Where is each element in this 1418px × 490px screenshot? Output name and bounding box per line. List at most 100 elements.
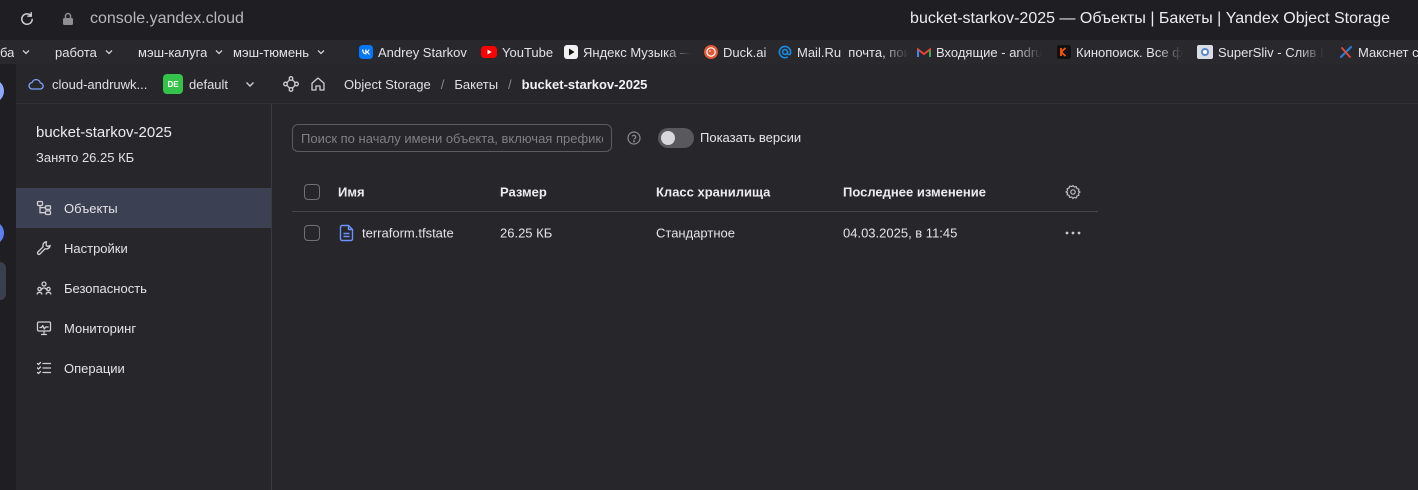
home-icon xyxy=(310,76,326,92)
reload-icon[interactable] xyxy=(19,11,35,27)
table-row[interactable]: terraform.tfstate 26.25 КБ Стандартное 0… xyxy=(292,212,1098,253)
chevron-down-icon xyxy=(316,47,326,57)
selected-service-indicator[interactable] xyxy=(0,262,6,300)
console-header: cloud-andruwk... DE default Object Stora… xyxy=(16,64,1418,104)
select-all-checkbox[interactable] xyxy=(304,183,320,200)
bookmark-folder[interactable]: ба xyxy=(0,40,31,64)
bookmark-label: мэш-тюмень xyxy=(233,44,310,60)
row-checkbox[interactable] xyxy=(304,224,320,241)
bookmark-supersliv[interactable]: SuperSliv - Слив I xyxy=(1197,40,1324,64)
supersliv-icon xyxy=(1197,45,1213,59)
bookmark-label: Макснет сто xyxy=(1358,44,1418,60)
breadcrumb: Object Storage / Бакеты / bucket-starkov… xyxy=(344,64,647,104)
toggle-knob xyxy=(661,131,675,145)
objects-table: Имя Размер Класс хранилища Последнее изм… xyxy=(292,172,1098,253)
duckduckgo-icon xyxy=(704,45,718,59)
show-versions-toggle[interactable] xyxy=(658,128,694,148)
bookmark-duck[interactable]: Duck.ai xyxy=(704,40,766,64)
folder-name: default xyxy=(189,76,229,92)
search-input[interactable] xyxy=(292,124,612,152)
bucket-title: bucket-starkov-2025 xyxy=(36,124,172,141)
window-title: bucket-starkov-2025 — Объекты | Бакеты |… xyxy=(910,10,1390,27)
bucket-sidebar: bucket-starkov-2025 Занято 26.25 КБ Объе… xyxy=(16,104,272,490)
bookmark-label: Яндекс Музыка — xyxy=(583,44,691,60)
home-button[interactable] xyxy=(310,64,326,104)
avatar[interactable] xyxy=(0,79,4,103)
column-header-modified[interactable]: Последнее изменение xyxy=(843,184,986,199)
object-modified: 04.03.2025, в 11:45 xyxy=(843,225,958,240)
file-icon xyxy=(339,224,355,242)
breadcrumb-separator: / xyxy=(508,76,512,92)
sidebar-item-label: Объекты xyxy=(64,200,118,216)
gear-icon[interactable] xyxy=(1065,184,1081,200)
bookmark-youtube[interactable]: YouTube xyxy=(481,40,553,64)
chevron-down-icon xyxy=(214,47,224,57)
bookmark-label: Входящие - andru xyxy=(936,44,1043,60)
bookmark-label: YouTube xyxy=(502,44,554,60)
sidebar-item-security[interactable]: Безопасность xyxy=(16,268,271,308)
object-storage-class: Стандартное xyxy=(656,225,735,240)
folder-dropdown[interactable] xyxy=(244,64,256,104)
folder-selector[interactable]: DE default xyxy=(163,64,228,104)
breadcrumb-object-storage[interactable]: Object Storage xyxy=(344,77,431,92)
bookmark-folder[interactable]: работа xyxy=(55,40,114,64)
browser-toolbar: console.yandex.cloud bucket-starkov-2025… xyxy=(0,0,1418,40)
maknet-icon xyxy=(1339,45,1353,59)
bookmark-folder[interactable]: мэш-калуга xyxy=(138,40,224,64)
bookmark-label: Mail.Ru почта, пои xyxy=(797,44,909,60)
address-bar[interactable]: console.yandex.cloud xyxy=(90,9,244,29)
help-icon[interactable] xyxy=(627,131,641,145)
sidebar-item-objects[interactable]: Объекты xyxy=(16,188,271,228)
objects-icon xyxy=(36,200,52,216)
bookmark-kinopoisk[interactable]: Кинопоиск. Все ф xyxy=(1057,40,1183,64)
more-actions-icon[interactable] xyxy=(1065,231,1081,235)
breadcrumb-separator: / xyxy=(440,76,445,92)
nodes-icon xyxy=(283,76,299,92)
gmail-icon xyxy=(917,47,931,58)
bookmark-yandex-music[interactable]: Яндекс Музыка — xyxy=(564,40,691,64)
bookmark-label: ба xyxy=(0,44,15,60)
vk-icon xyxy=(359,45,373,59)
services-button[interactable] xyxy=(283,64,299,104)
column-header-storage-class[interactable]: Класс хранилища xyxy=(656,184,770,199)
table-header: Имя Размер Класс хранилища Последнее изм… xyxy=(292,172,1098,212)
services-rail xyxy=(0,64,16,490)
operations-icon xyxy=(36,360,52,376)
bookmarks-bar: ба работа мэш-калуга мэш-тюмень Andrey S… xyxy=(0,40,1418,64)
wrench-icon xyxy=(36,240,52,256)
bookmark-label: Andrey Starkov xyxy=(378,44,467,60)
sidebar-item-label: Настройки xyxy=(64,240,128,256)
monitoring-icon xyxy=(36,320,52,336)
breadcrumb-current-bucket: bucket-starkov-2025 xyxy=(521,76,648,92)
column-header-name[interactable]: Имя xyxy=(338,184,365,199)
service-icon[interactable] xyxy=(0,221,4,245)
bookmark-folder[interactable]: мэш-тюмень xyxy=(233,40,326,64)
chevron-down-icon xyxy=(21,47,31,57)
lock-icon[interactable] xyxy=(62,12,74,26)
cloud-icon xyxy=(28,76,44,92)
bookmark-label: SuperSliv - Слив I xyxy=(1218,44,1324,60)
bookmark-label: мэш-калуга xyxy=(138,44,208,60)
kinopoisk-icon xyxy=(1057,45,1071,59)
breadcrumb-buckets[interactable]: Бакеты xyxy=(454,77,498,92)
bookmark-label: Кинопоиск. Все ф xyxy=(1076,44,1183,60)
object-name[interactable]: terraform.tfstate xyxy=(362,225,454,240)
cloud-selector[interactable]: cloud-andruwk... xyxy=(28,64,147,104)
sidebar-item-label: Безопасность xyxy=(64,280,147,296)
objects-page: Показать версии Имя Размер Класс хранили… xyxy=(272,104,1418,490)
show-versions-label[interactable]: Показать версии xyxy=(700,128,801,148)
sidebar-item-label: Мониторинг xyxy=(64,320,137,336)
sidebar-item-settings[interactable]: Настройки xyxy=(16,228,271,268)
column-header-size[interactable]: Размер xyxy=(500,184,547,199)
bucket-usage: Занято 26.25 КБ xyxy=(36,150,135,165)
cloud-name: cloud-andruwk... xyxy=(52,76,148,92)
bookmark-maknet[interactable]: Макснет сто xyxy=(1339,40,1418,64)
object-size: 26.25 КБ xyxy=(500,225,553,240)
bookmark-mailru[interactable]: Mail.Ru почта, пои xyxy=(778,40,909,64)
bookmark-vk[interactable]: Andrey Starkov xyxy=(359,40,467,64)
bookmark-label: работа xyxy=(55,44,97,60)
bookmark-label: Duck.ai xyxy=(723,44,767,60)
sidebar-item-operations[interactable]: Операции xyxy=(16,348,271,388)
bookmark-gmail[interactable]: Входящие - andru xyxy=(917,40,1042,64)
sidebar-item-monitoring[interactable]: Мониторинг xyxy=(16,308,271,348)
